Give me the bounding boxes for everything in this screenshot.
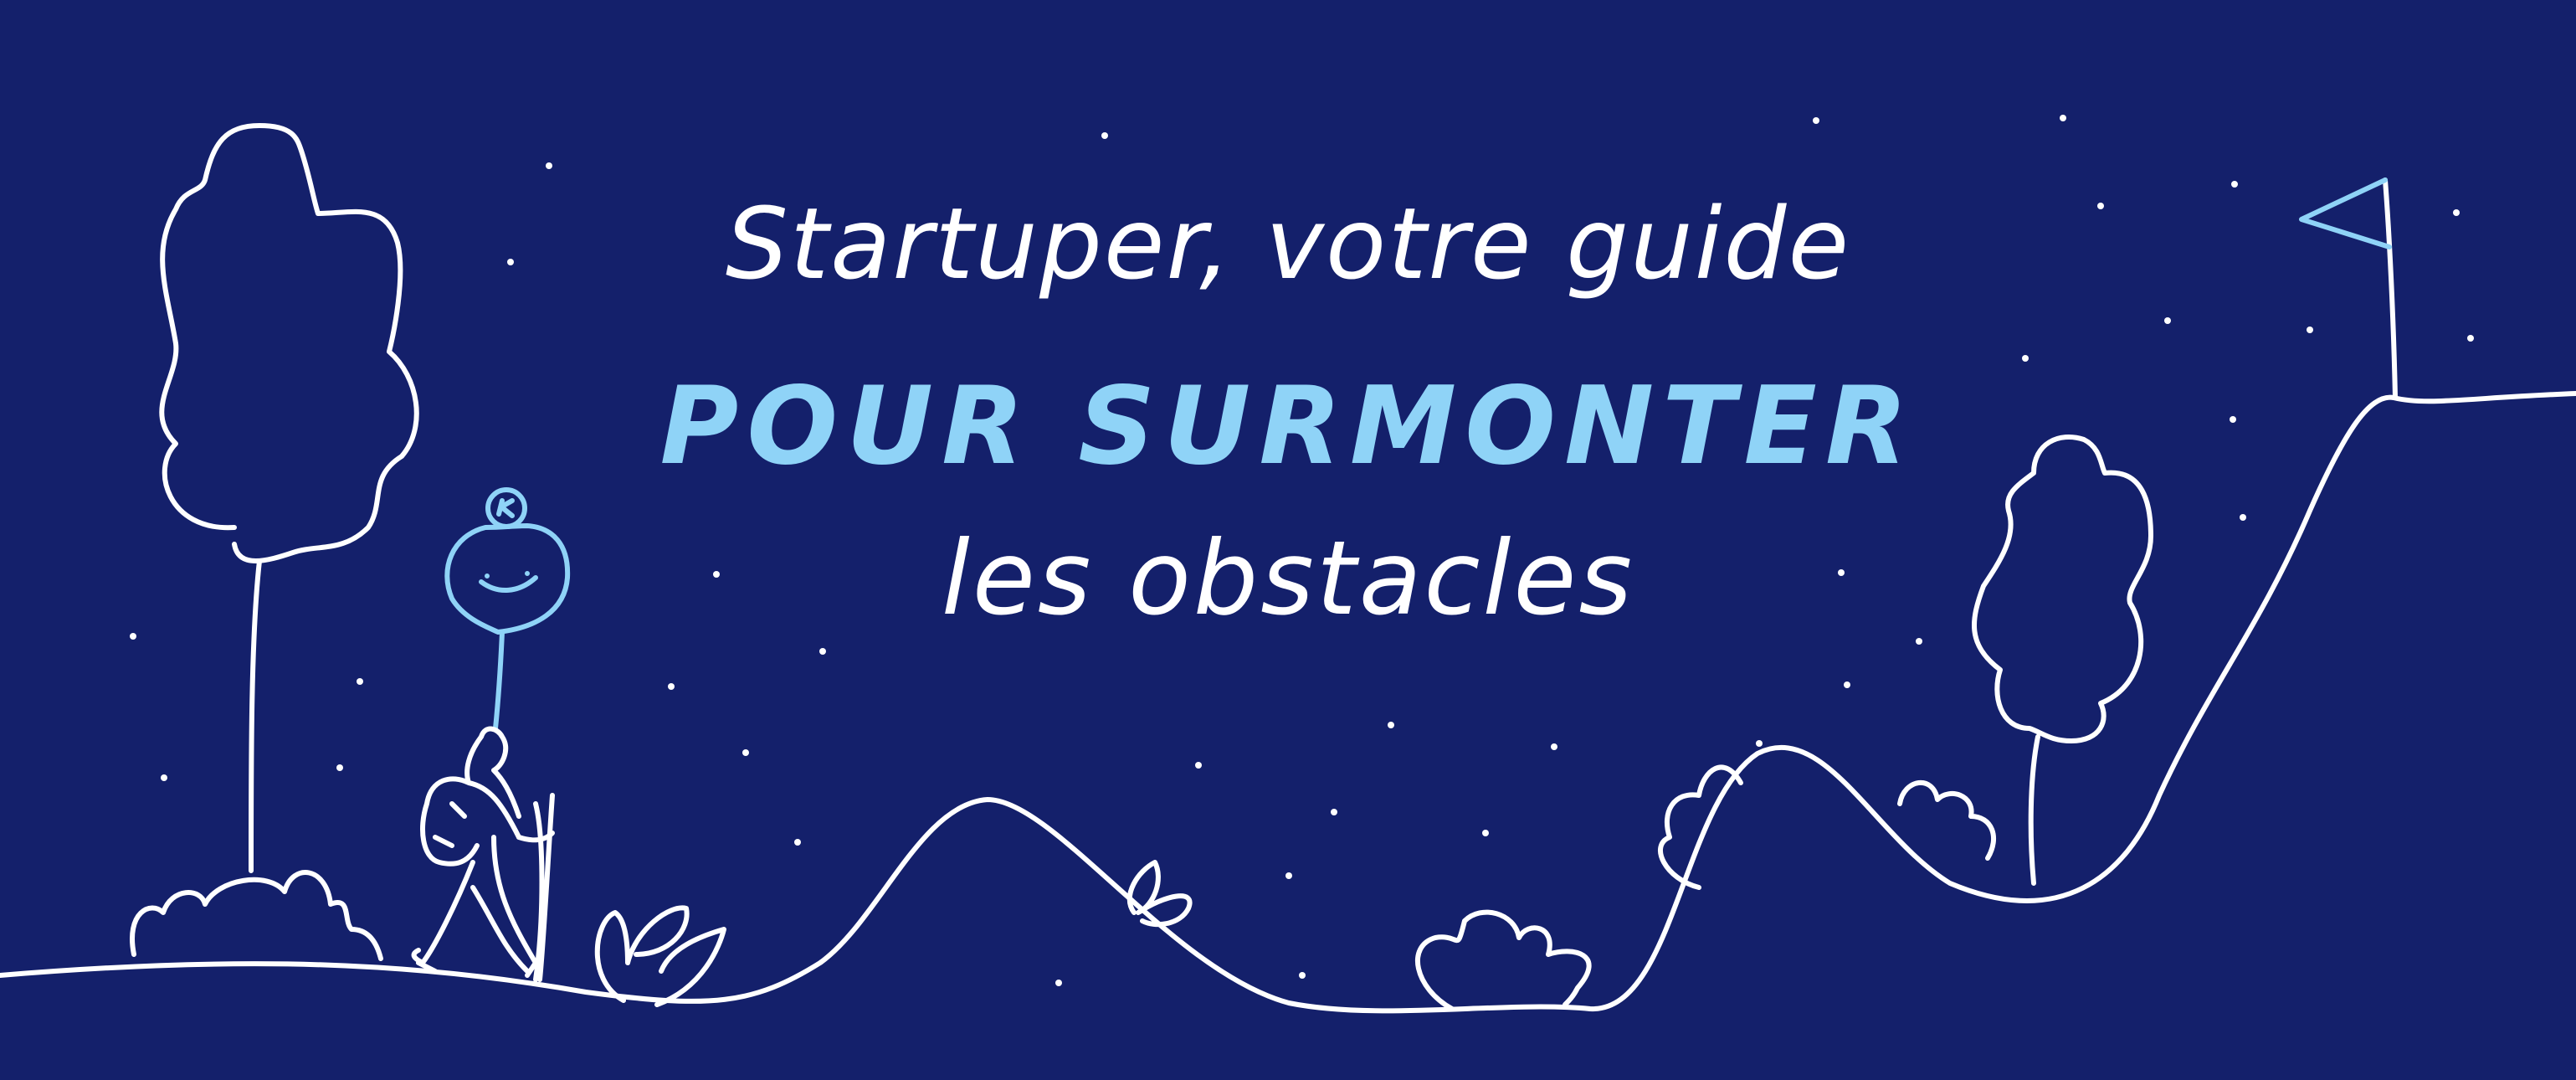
bush-2 bbox=[1414, 909, 1592, 1011]
plant-1 bbox=[594, 905, 726, 1007]
headline-line-2: POUR SURMONTER bbox=[659, 364, 1917, 489]
bush-4 bbox=[1897, 780, 1997, 861]
right-tree bbox=[1971, 434, 2153, 886]
banner: Startuper, votre guide POUR SURMONTER le… bbox=[0, 0, 2576, 1080]
headline-line-3: les obstacles bbox=[941, 519, 1635, 638]
plant-2 bbox=[1126, 860, 1193, 928]
bush-1 bbox=[130, 870, 383, 961]
headline-line-1: Startuper, votre guide bbox=[725, 186, 1851, 301]
